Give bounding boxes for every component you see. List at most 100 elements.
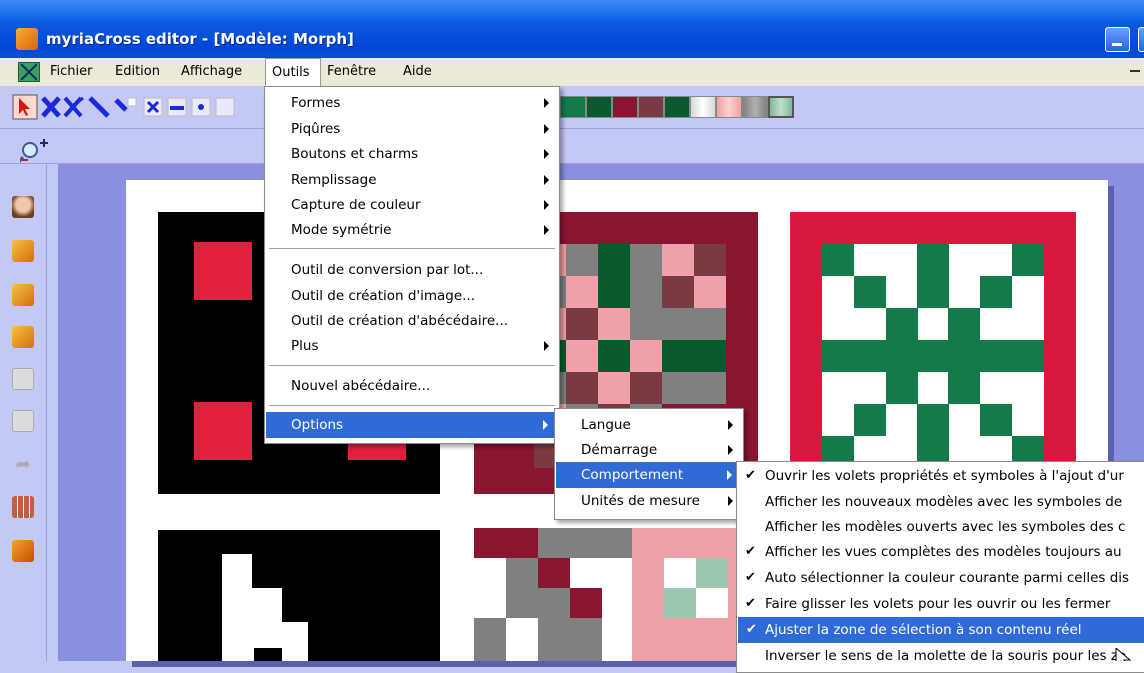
submenu-arrow-icon — [544, 341, 549, 351]
menu-item-unites-mesure[interactable]: Unités de mesure — [555, 488, 743, 514]
menu-item-label: Capture de couleur — [291, 197, 421, 213]
submenu-arrow-icon — [544, 175, 549, 185]
menu-item-label: Options — [291, 417, 344, 433]
submenu-arrow-icon — [727, 470, 732, 480]
menu-item-label: Outil de création d'image... — [291, 288, 476, 304]
menu-item-label: Mode symétrie — [291, 222, 392, 238]
submenu-arrow-icon — [544, 225, 549, 235]
pattern-preview[interactable] — [158, 530, 440, 661]
submenu-arrow-icon — [728, 445, 733, 455]
menu-item-behavior[interactable]: Afficher les nouveaux modèles avec les s… — [737, 489, 1144, 515]
menu-outils[interactable]: Outils — [265, 58, 321, 86]
menu-item-label: Faire glisser les volets pour les ouvrir… — [765, 596, 1111, 612]
extra-tool-icon[interactable] — [215, 97, 235, 117]
menu-item-behavior[interactable]: ✔ Auto sélectionner la couleur courante p… — [737, 565, 1144, 591]
menu-item-label: Unités de mesure — [581, 493, 700, 509]
menu-item-behavior[interactable]: Afficher les modèles ouverts avec les sy… — [737, 514, 1144, 540]
menu-item-label: Piqûres — [291, 121, 341, 137]
palette-swatch[interactable] — [612, 96, 638, 118]
small-cross-icon[interactable] — [143, 97, 163, 117]
menu-item-plus[interactable]: Plus — [265, 333, 559, 359]
palette-swatch[interactable] — [690, 96, 716, 118]
document-icon[interactable] — [18, 62, 40, 82]
menu-separator — [269, 248, 555, 249]
check-icon: ✔ — [745, 570, 756, 585]
zoom-in-icon[interactable] — [20, 138, 52, 164]
submenu-arrow-icon — [728, 420, 733, 430]
menu-item-label: Outil de conversion par lot... — [291, 262, 484, 278]
menu-edition[interactable]: Edition — [109, 58, 166, 86]
menu-item-creation-abecedaire[interactable]: Outil de création d'abécédaire... — [265, 308, 559, 334]
menu-item-options[interactable]: Options — [266, 412, 558, 438]
menu-item-behavior[interactable]: Inverser le sens de la molette de la sou… — [737, 643, 1144, 669]
backstitch-icon[interactable] — [88, 96, 110, 118]
menu-item-capture-couleur[interactable]: Capture de couleur — [265, 192, 559, 218]
menu-item-label: Ajuster la zone de sélection à son conte… — [765, 622, 1082, 638]
menu-item-comportement[interactable]: Comportement — [556, 462, 742, 488]
menu-item-creation-image[interactable]: Outil de création d'image... — [265, 283, 559, 309]
menu-item-behavior[interactable]: ✔ Ajuster la zone de sélection à son cont… — [738, 617, 1144, 643]
cube-icon[interactable] — [12, 540, 34, 562]
palette-swatch[interactable] — [664, 96, 690, 118]
menu-item-nouvel-abecedaire[interactable]: Nouvel abécédaire... — [265, 373, 559, 399]
menu-affichage[interactable]: Affichage — [175, 58, 248, 86]
pointer-icon[interactable] — [12, 94, 38, 120]
redo-icon[interactable]: ➦ — [12, 454, 34, 476]
menu-item-label: Ouvrir les volets propriétés et symboles… — [765, 468, 1124, 484]
window-title: myriaCross editor - [Modèle: Morph] — [46, 30, 354, 48]
submenu-arrow-icon — [728, 496, 733, 506]
menu-fenetre[interactable]: Fenêtre — [321, 58, 382, 86]
menu-item-label: Comportement — [581, 467, 684, 483]
menu-item-label: Afficher les modèles ouverts avec les sy… — [765, 519, 1126, 535]
submenu-arrow-icon — [544, 149, 549, 159]
menu-item-remplissage[interactable]: Remplissage — [265, 167, 559, 193]
double-cross-icon[interactable] — [63, 96, 84, 118]
zoom-bar — [0, 128, 1144, 164]
menu-item-label: Afficher les vues complètes des modèles … — [765, 544, 1122, 560]
clipboard-icon[interactable] — [12, 368, 34, 390]
half-stitch-icon[interactable] — [114, 97, 137, 112]
search-doc-icon[interactable] — [12, 326, 34, 348]
menu-item-boutons-charms[interactable]: Boutons et charms — [265, 141, 559, 167]
menu-item-behavior[interactable]: ✔ Faire glisser les volets pour les ouvri… — [737, 591, 1144, 617]
palette-swatch[interactable] — [560, 96, 586, 118]
copy-doc-icon[interactable] — [12, 284, 34, 306]
maximize-button[interactable] — [1138, 27, 1144, 52]
check-icon: ✔ — [746, 622, 757, 637]
menu-item-mode-symetrie[interactable]: Mode symétrie — [265, 217, 559, 243]
menu-item-langue[interactable]: Langue — [555, 412, 743, 438]
submenu-arrow-icon — [543, 420, 548, 430]
palette-swatch[interactable] — [638, 96, 664, 118]
menu-item-behavior[interactable]: ✔ Afficher les vues complètes des modèles… — [737, 539, 1144, 565]
menu-item-label: Afficher les nouveaux modèles avec les s… — [765, 494, 1123, 510]
check-icon: ✔ — [745, 544, 756, 559]
comportement-menu: ✔ Ouvrir les volets propriétés et symbole… — [736, 461, 1144, 673]
palette-swatch[interactable] — [716, 96, 742, 118]
menu-item-formes[interactable]: Formes — [265, 90, 559, 116]
menu-item-demarrage[interactable]: Démarrage — [555, 437, 743, 463]
menu-item-conversion-lot[interactable]: Outil de conversion par lot... — [265, 257, 559, 283]
face-icon[interactable] — [12, 196, 34, 218]
menu-fichier[interactable]: Fichier — [44, 58, 99, 86]
palette-swatch[interactable] — [586, 96, 612, 118]
options-menu: Langue Démarrage Comportement Unités de … — [554, 408, 744, 520]
menu-item-label: Inverser le sens de la molette de la sou… — [765, 648, 1127, 664]
menu-item-behavior[interactable]: ✔ Ouvrir les volets propriétés et symbole… — [737, 463, 1144, 489]
cross-stitch-icon[interactable] — [41, 96, 61, 118]
pattern-grid-icon[interactable] — [12, 496, 34, 518]
palette-swatch-selected[interactable] — [768, 96, 794, 118]
pattern-preview[interactable] — [790, 212, 1076, 494]
dash-icon[interactable] — [167, 97, 187, 117]
menu-aide[interactable]: Aide — [397, 58, 438, 86]
menu-item-piqures[interactable]: Piqûres — [265, 116, 559, 142]
dot-icon[interactable] — [191, 97, 211, 117]
pattern-preview[interactable] — [474, 528, 758, 661]
palette-swatch[interactable] — [742, 96, 768, 118]
check-doc-icon[interactable] — [12, 240, 34, 262]
paste-icon[interactable] — [12, 410, 34, 432]
menu-bar — [0, 58, 1144, 86]
mdi-minimize-icon[interactable] — [1130, 70, 1140, 72]
title-bar — [0, 0, 1144, 58]
app-logo-icon[interactable] — [16, 28, 38, 50]
minimize-button[interactable] — [1105, 27, 1130, 52]
